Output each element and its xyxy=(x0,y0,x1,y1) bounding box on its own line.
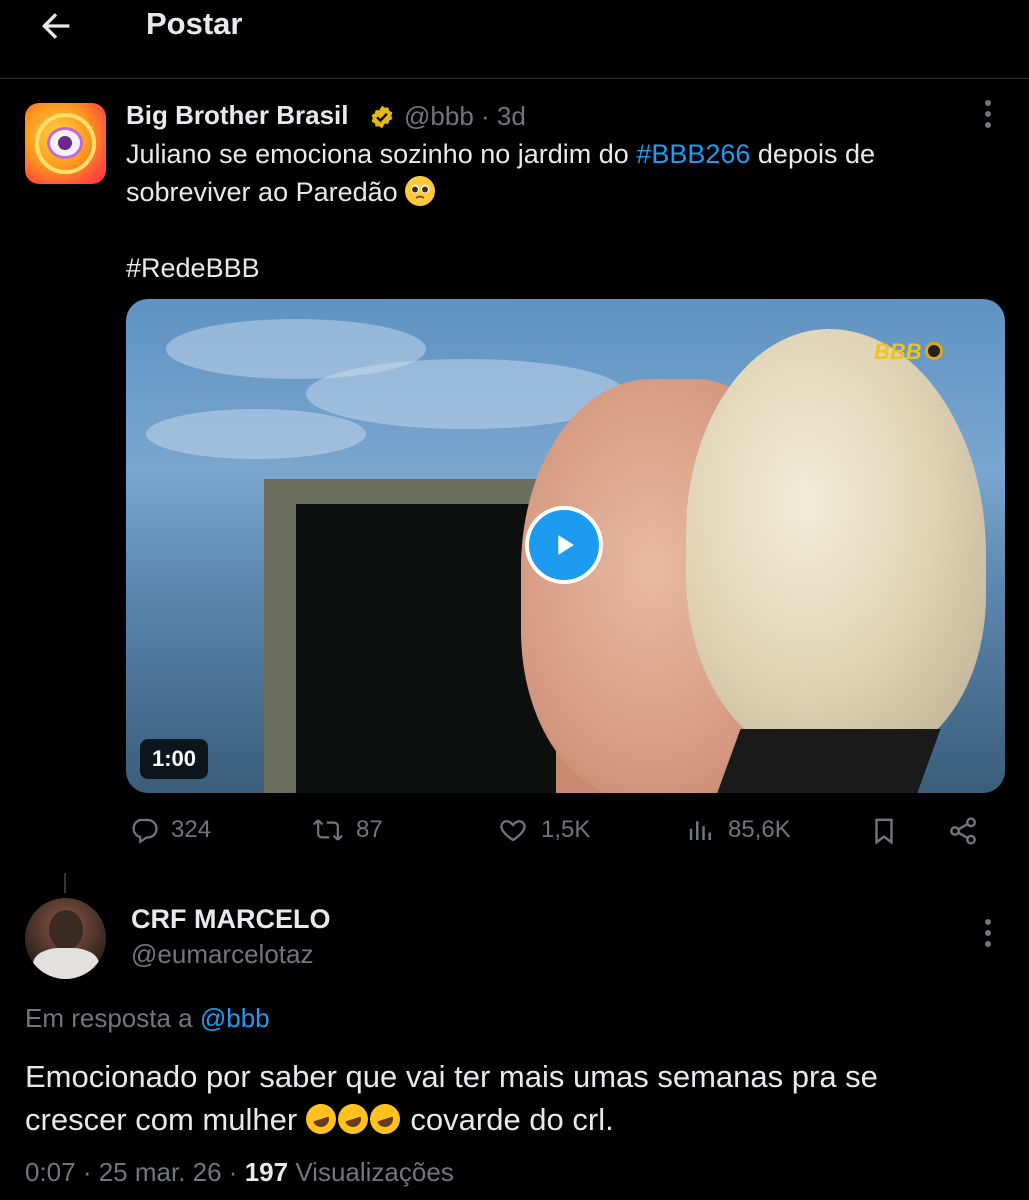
reply-text-line: crescer com mulher covarde do crl. xyxy=(25,1099,614,1141)
views-label: Visualizações xyxy=(295,1157,454,1187)
play-icon[interactable] xyxy=(525,506,603,584)
share-button[interactable] xyxy=(946,815,980,847)
hashtag-link[interactable]: #RedeBBB xyxy=(126,249,260,287)
post-date: 25 mar. 26 xyxy=(98,1157,222,1187)
reply-to-handle-link[interactable]: @bbb xyxy=(200,1003,270,1033)
pleading-face-emoji xyxy=(405,176,436,206)
separator: · xyxy=(481,101,490,131)
reply-text: covarde do crl. xyxy=(401,1102,614,1137)
more-options-icon[interactable] xyxy=(972,915,1004,951)
reply-context: Em resposta a @bbb xyxy=(25,1003,270,1034)
retweet-count: 87 xyxy=(356,816,383,843)
heart-icon xyxy=(500,820,526,842)
like-button[interactable]: 1,5K xyxy=(497,815,590,845)
thread-connector xyxy=(64,873,66,893)
avatar[interactable] xyxy=(25,898,106,979)
view-count: 85,6K xyxy=(728,816,791,843)
author-name[interactable]: Big Brother Brasil xyxy=(126,100,349,131)
rolling-on-floor-laughing-emoji xyxy=(301,1100,340,1138)
author-handle[interactable]: @bbb xyxy=(404,101,474,131)
avatar[interactable] xyxy=(25,103,106,184)
views-count: 197 xyxy=(244,1157,289,1187)
tweet-text: depois de xyxy=(750,139,876,169)
tweet-text: sobreviver ao Paredão xyxy=(126,177,406,207)
tweet-text-line: sobreviver ao Paredão xyxy=(126,173,436,211)
video-duration: 1:00 xyxy=(140,739,209,779)
camera-eye-icon xyxy=(925,342,943,360)
back-arrow-icon[interactable] xyxy=(34,4,78,48)
analytics-icon xyxy=(689,821,711,840)
share-icon xyxy=(950,817,976,845)
channel-logo: BBB xyxy=(874,339,922,364)
rolling-on-floor-laughing-emoji xyxy=(365,1100,404,1138)
bookmark-button[interactable] xyxy=(869,815,899,847)
post-meta: 0:07 · 25 mar. 26 · 197 Visualizações xyxy=(25,1157,454,1187)
reply-button[interactable]: 324 xyxy=(129,815,211,845)
post-time: 0:07 xyxy=(25,1157,76,1187)
verified-badge-icon xyxy=(369,104,395,130)
retweet-button[interactable]: 87 xyxy=(312,815,383,845)
reply-author-handle[interactable]: @eumarcelotaz xyxy=(131,939,313,970)
reply-text: crescer com mulher xyxy=(25,1102,306,1137)
tweet-text-line: Juliano se emociona sozinho no jardim do… xyxy=(126,135,875,173)
bookmark-icon xyxy=(875,818,893,845)
views-button[interactable]: 85,6K xyxy=(686,815,791,845)
handle-and-time: @bbb · 3d xyxy=(404,101,526,132)
more-options-icon[interactable] xyxy=(972,96,1004,132)
rolling-on-floor-laughing-emoji xyxy=(333,1100,372,1138)
tweet-text: Juliano se emociona sozinho no jardim do xyxy=(126,139,637,169)
page-title: Postar xyxy=(146,6,243,41)
reply-icon xyxy=(132,818,158,845)
like-count: 1,5K xyxy=(541,816,591,843)
retweet-icon xyxy=(313,819,343,841)
hashtag-link[interactable]: #BBB266 xyxy=(636,139,750,169)
reply-to-label: Em resposta a xyxy=(25,1003,200,1033)
reply-author-name[interactable]: CRF MARCELO xyxy=(131,904,330,935)
reply-count: 324 xyxy=(171,816,212,843)
reply-text: Emocionado por saber que vai ter mais um… xyxy=(25,1059,878,1094)
post-time[interactable]: 3d xyxy=(497,101,526,131)
